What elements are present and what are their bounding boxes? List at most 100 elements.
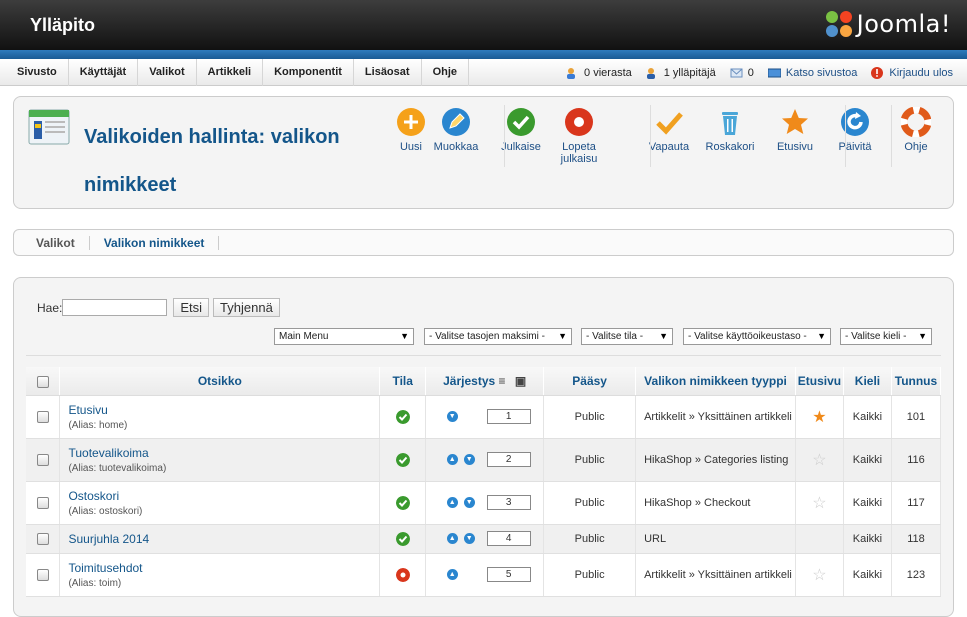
item-alias: (Alias: tuotevalikoima)	[68, 462, 167, 474]
joomla-logo-text: Joomla!	[856, 10, 951, 38]
vapauta-button[interactable]: Vapauta	[639, 107, 699, 153]
col-ordering[interactable]: Järjestys ≡ ▣	[425, 367, 545, 396]
id-cell: 101	[891, 395, 942, 439]
col-state[interactable]: Tila	[379, 367, 427, 396]
row-checkbox[interactable]	[36, 532, 49, 545]
language-select[interactable]: - Valitse kieli -	[840, 328, 932, 345]
move-up-icon[interactable]: ▲	[446, 569, 458, 580]
row-checkbox[interactable]	[36, 496, 49, 509]
access-cell: Public	[543, 481, 637, 525]
roskakori-button[interactable]: Roskakori	[700, 107, 760, 153]
search-label: Hae:	[37, 300, 63, 315]
admins-icon	[646, 67, 655, 79]
move-up-icon[interactable]: ▲	[446, 454, 458, 465]
state-select[interactable]: - Valitse tila -	[581, 328, 673, 345]
menu-manager-icon	[28, 109, 70, 145]
visitors-count: 0 vierasta	[584, 66, 632, 79]
menu-select[interactable]: Main Menu	[274, 328, 414, 345]
item-type: Artikkelit » Yksittäinen artikkeli	[635, 553, 796, 597]
unpublished-status-icon[interactable]	[395, 567, 410, 582]
published-status-icon[interactable]	[395, 409, 410, 424]
order-input[interactable]: 3	[486, 495, 531, 510]
item-title-link[interactable]: Tuotevalikoima	[68, 446, 379, 460]
order-input[interactable]: 1	[486, 409, 531, 424]
move-down-icon[interactable]: ▼	[463, 533, 475, 544]
save-order-icon[interactable]: ▣	[515, 374, 526, 388]
col-id[interactable]: Tunnus	[891, 367, 942, 396]
main-menu-bar: Sivusto Käyttäjät Valikot Artikkeli Komponen…	[0, 59, 967, 86]
move-down-icon[interactable]: ▼	[463, 497, 475, 508]
col-type[interactable]: Valikon nimikkeen tyyppi	[635, 367, 796, 396]
move-down-icon[interactable]: ▼	[463, 454, 475, 465]
language-cell: Kaikki	[843, 553, 892, 597]
item-type: Artikkelit » Yksittäinen artikkeli	[635, 395, 796, 439]
col-home[interactable]: Etusivu	[795, 367, 844, 396]
joomla-logo-icon	[824, 9, 854, 39]
ohje-button[interactable]: Ohje	[886, 107, 946, 153]
etusivu-button[interactable]: Etusivu	[765, 107, 825, 153]
view-site-link[interactable]: Katso sivustoa	[767, 67, 858, 79]
order-input[interactable]: 5	[486, 567, 531, 582]
menu-item-5[interactable]: Lisäosat	[354, 59, 422, 86]
logout-icon	[871, 66, 884, 79]
search-button[interactable]: Etsi	[173, 298, 210, 317]
menu-item-3[interactable]: Artikkeli	[197, 59, 264, 86]
row-checkbox[interactable]	[36, 568, 49, 581]
menu-item-1[interactable]: Käyttäjät	[69, 59, 139, 86]
col-title[interactable]: Otsikko	[59, 367, 381, 396]
id-cell: 117	[891, 481, 942, 525]
move-up-icon[interactable]: ▲	[446, 497, 458, 508]
published-status-icon[interactable]	[395, 452, 410, 467]
col-language[interactable]: Kieli	[843, 367, 892, 396]
item-title-link[interactable]: Suurjuhla 2014	[68, 532, 379, 546]
clear-button[interactable]: Tyhjennä	[213, 298, 280, 317]
item-title-link[interactable]: Etusivu	[68, 403, 379, 417]
access-cell: Public	[543, 438, 637, 482]
not-default-star-icon[interactable]: ☆	[812, 495, 826, 512]
view-site-label[interactable]: Katso sivustoa	[786, 67, 858, 79]
max-levels-select[interactable]: - Valitse tasojen maksimi -	[424, 328, 572, 345]
not-default-star-icon[interactable]: ☆	[812, 567, 826, 584]
päivitä-button[interactable]: Päivitä	[825, 107, 885, 153]
col-access[interactable]: Pääsy	[543, 367, 637, 396]
id-cell: 118	[891, 524, 942, 554]
monitor-icon	[767, 68, 781, 77]
menu-item-4[interactable]: Komponentit	[263, 59, 354, 86]
messages-link[interactable]: 0	[730, 67, 754, 79]
move-up-icon[interactable]: ▲	[446, 533, 458, 544]
lopeta-julkaisu-button[interactable]: Lopeta julkaisu	[549, 107, 609, 165]
row-checkbox[interactable]	[36, 410, 49, 423]
select-all-checkbox[interactable]	[36, 375, 49, 388]
not-default-star-icon[interactable]: ☆	[812, 452, 826, 469]
page-title: Valikoiden hallinta: valikon nimikkeet	[84, 126, 340, 196]
header-strip	[0, 50, 967, 59]
item-alias: (Alias: ostoskori)	[68, 505, 143, 517]
order-input[interactable]: 4	[486, 531, 531, 546]
toolbar-separator	[504, 105, 505, 167]
default-star-icon[interactable]: ★	[812, 409, 826, 426]
julkaise-button[interactable]: Julkaise	[491, 107, 551, 153]
col-ordering-label: Järjestys	[443, 373, 496, 388]
menu-item-6[interactable]: Ohje	[422, 59, 470, 86]
row-checkbox[interactable]	[36, 453, 49, 466]
id-cell: 123	[891, 553, 942, 597]
item-title-link[interactable]: Toimitusehdot	[68, 561, 379, 575]
submenu-menu-items[interactable]: Valikon nimikkeet	[90, 235, 220, 250]
item-title-link[interactable]: Ostoskori	[68, 489, 379, 503]
joomla-logo: Joomla!	[824, 9, 951, 39]
pencil-icon	[442, 108, 470, 136]
logout-label[interactable]: Kirjaudu ulos	[889, 67, 953, 79]
published-status-icon[interactable]	[395, 495, 410, 510]
submenu-menus[interactable]: Valikot	[14, 235, 90, 250]
menu-item-2[interactable]: Valikot	[138, 59, 197, 86]
move-down-icon[interactable]: ▼	[446, 411, 458, 422]
access-select[interactable]: - Valitse käyttöoikeustaso -	[683, 328, 831, 345]
published-status-icon[interactable]	[395, 531, 410, 546]
order-input[interactable]: 2	[486, 452, 531, 467]
filter-bar: Hae: Etsi Tyhjennä	[37, 298, 284, 317]
search-input[interactable]	[62, 299, 168, 316]
plus-icon	[397, 108, 425, 136]
muokkaa-button[interactable]: Muokkaa	[426, 107, 486, 153]
menu-item-0[interactable]: Sivusto	[6, 59, 69, 86]
logout-link[interactable]: Kirjaudu ulos	[871, 66, 953, 79]
